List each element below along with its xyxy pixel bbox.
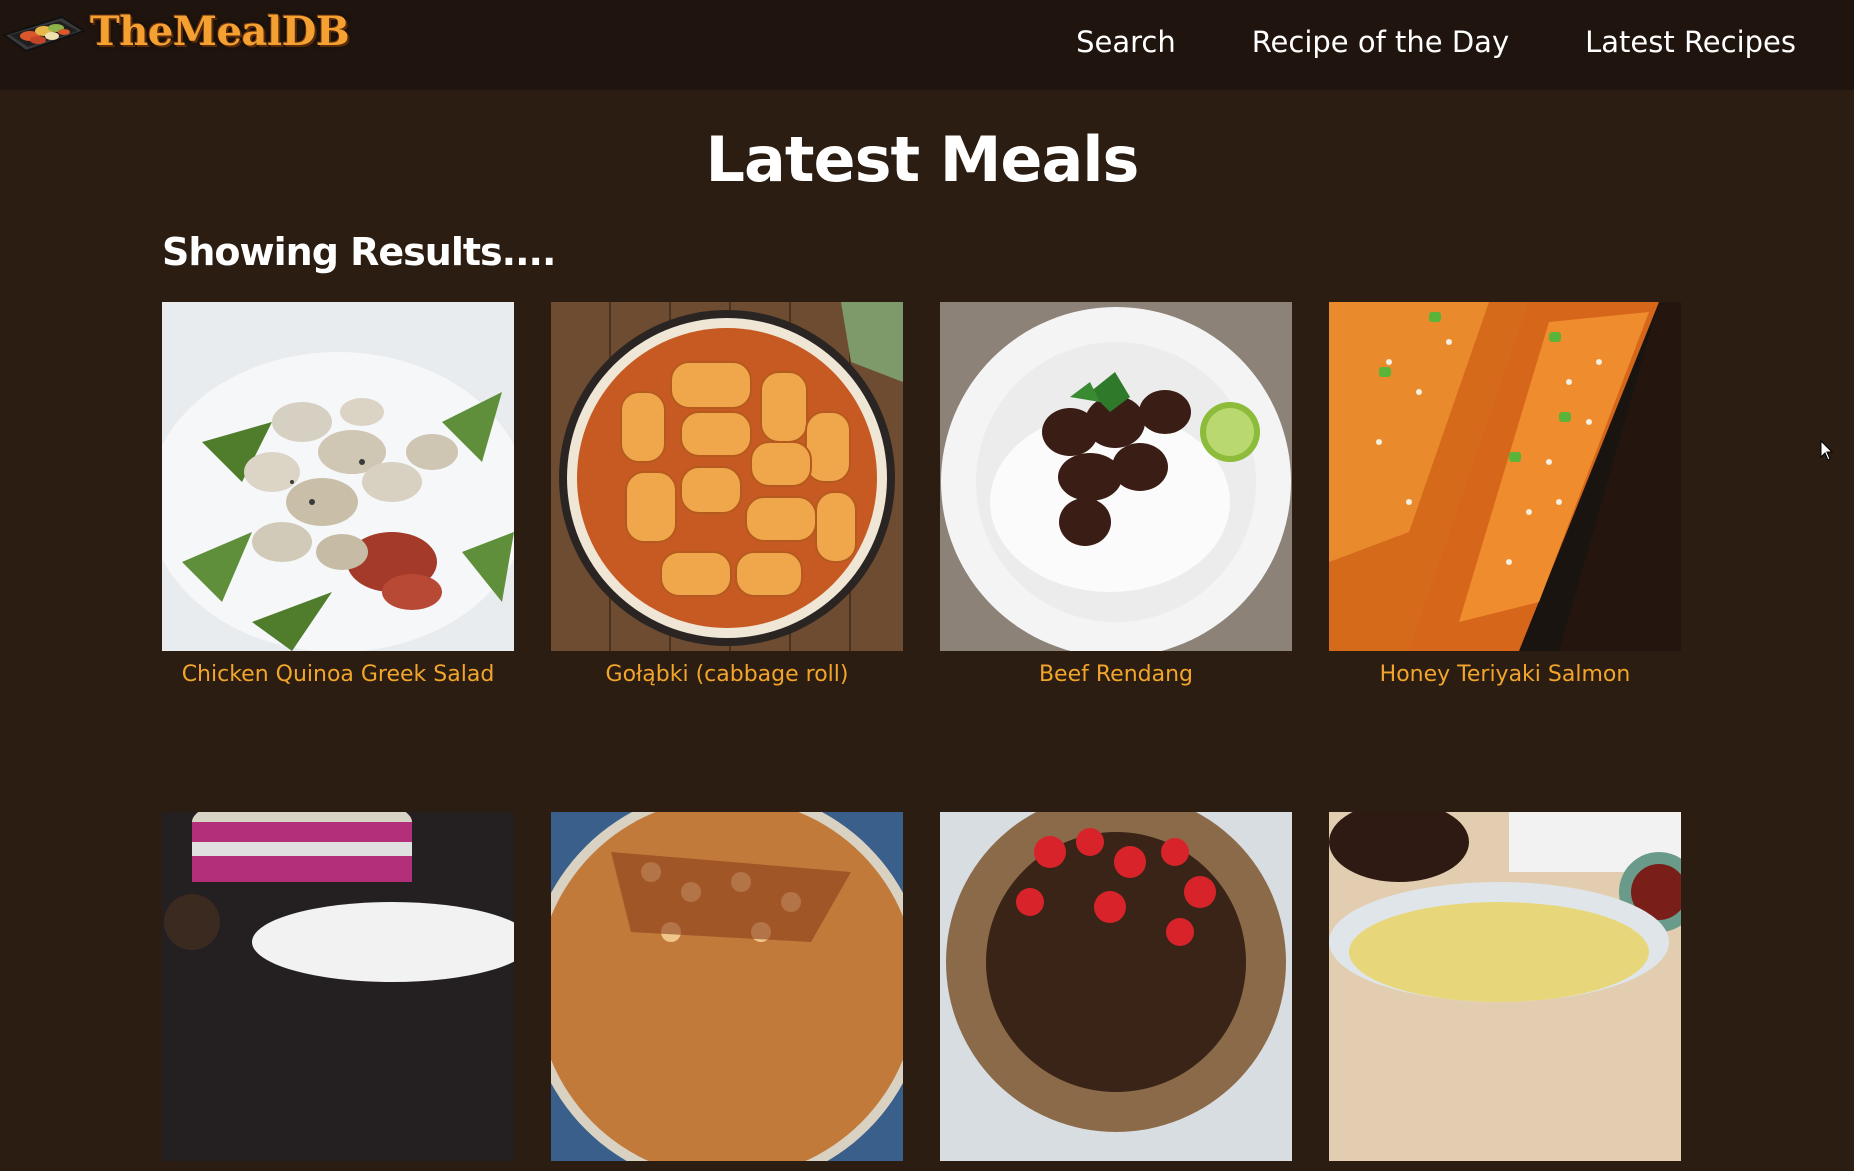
meal-card[interactable] <box>162 812 514 1171</box>
meal-card[interactable]: Chicken Quinoa Greek Salad <box>162 302 514 689</box>
meal-card[interactable] <box>940 812 1292 1171</box>
page-title: Latest Meals <box>705 123 1140 196</box>
meal-name[interactable]: Chicken Quinoa Greek Salad <box>162 661 514 689</box>
meal-card[interactable]: Beef Rendang <box>940 302 1292 689</box>
meal-name[interactable]: Gołąbki (cabbage roll) <box>551 661 903 689</box>
results-heading: Showing Results.... <box>162 230 556 274</box>
nav-recipe-of-the-day[interactable]: Recipe of the Day <box>1252 25 1509 59</box>
nav-search[interactable]: Search <box>1076 25 1176 59</box>
meal-card[interactable] <box>551 812 903 1171</box>
mouse-cursor-icon <box>1820 440 1834 461</box>
meal-name[interactable]: Beef Rendang <box>940 661 1292 689</box>
food-tray-icon <box>2 15 86 52</box>
meal-image[interactable] <box>1329 812 1681 1161</box>
meal-image-chicken-quinoa-greek-salad[interactable] <box>162 302 514 651</box>
meal-image[interactable] <box>940 812 1292 1161</box>
meal-image[interactable] <box>162 812 514 1161</box>
meal-image[interactable] <box>551 812 903 1161</box>
main-nav: Search Recipe of the Day Latest Recipes <box>1076 0 1854 84</box>
site-logo[interactable]: TheMealDB <box>2 8 350 55</box>
meal-name[interactable]: Honey Teriyaki Salmon <box>1329 661 1681 689</box>
nav-latest-recipes[interactable]: Latest Recipes <box>1585 25 1796 59</box>
meal-image-golabki[interactable] <box>551 302 903 651</box>
meal-image-beef-rendang[interactable] <box>940 302 1292 651</box>
meal-card[interactable] <box>1329 812 1681 1171</box>
navbar: TheMealDB Search Recipe of the Day Lates… <box>0 0 1854 90</box>
meal-image-honey-teriyaki-salmon[interactable] <box>1329 302 1681 651</box>
meal-card[interactable]: Honey Teriyaki Salmon <box>1329 302 1681 689</box>
logo-text: TheMealDB <box>90 8 350 55</box>
meal-card[interactable]: Gołąbki (cabbage roll) <box>551 302 903 689</box>
meal-grid: Chicken Quinoa Greek Salad Gołąbki (cabb… <box>162 302 1682 1171</box>
